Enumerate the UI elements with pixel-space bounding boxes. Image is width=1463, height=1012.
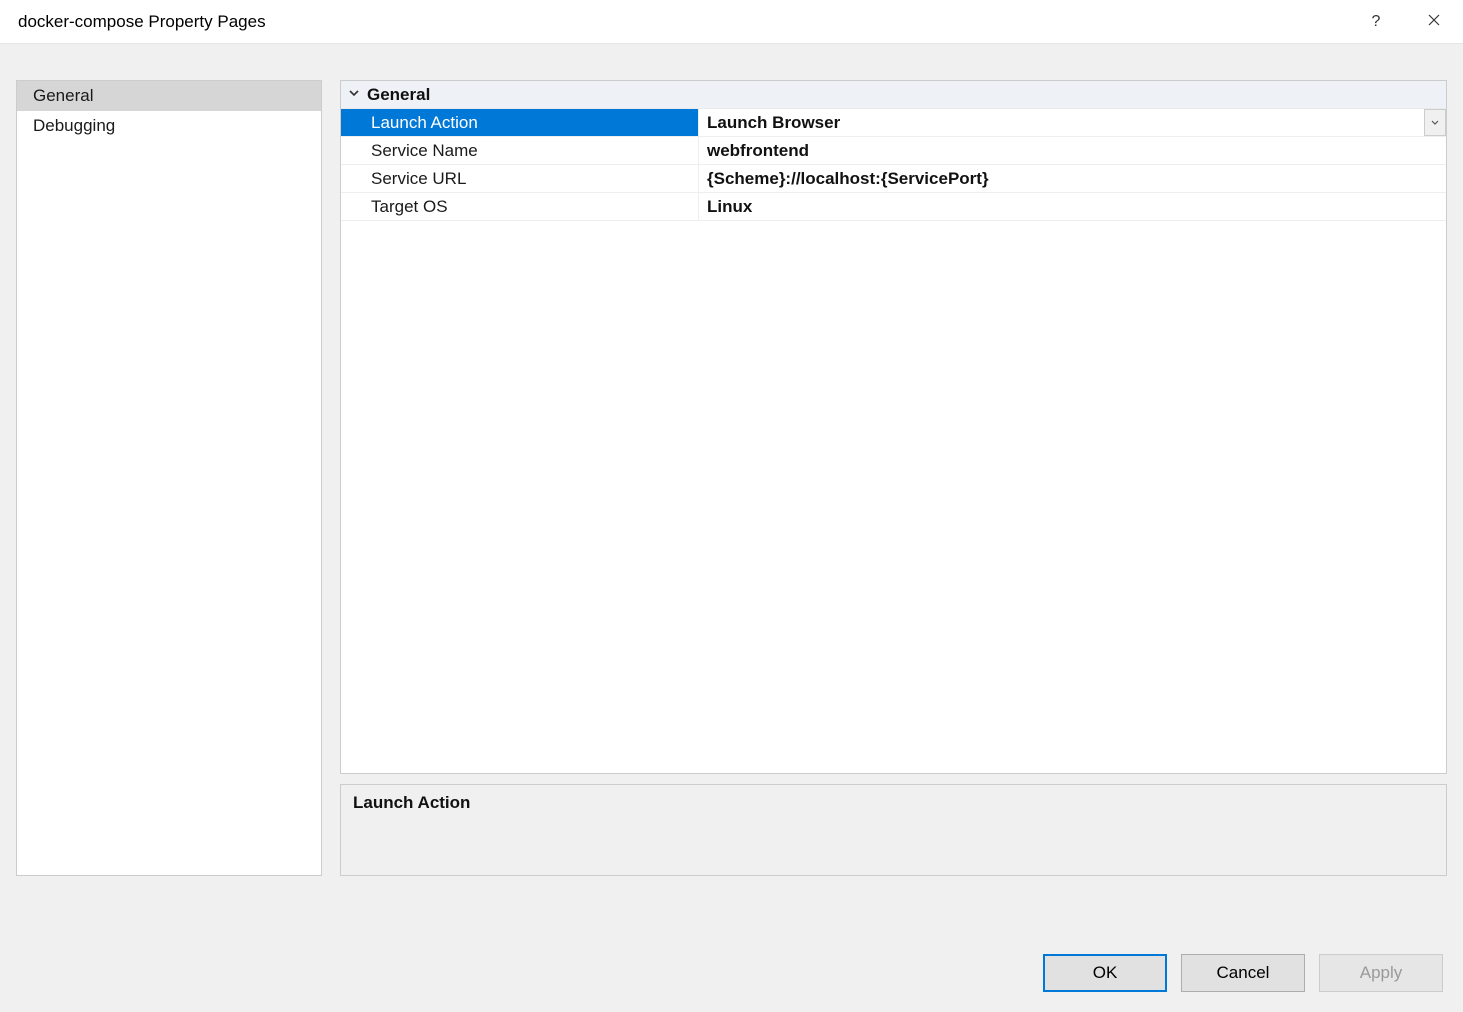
category-label: General [367,85,430,105]
close-icon [1428,13,1440,31]
sidebar-item-general[interactable]: General [17,81,321,111]
sidebar: General Debugging [16,80,322,876]
help-button[interactable]: ? [1347,0,1405,44]
category-row-general[interactable]: General [341,81,1446,109]
prop-value-text: Linux [707,197,752,217]
window-title: docker-compose Property Pages [18,12,266,32]
prop-row-service-name[interactable]: Service Name webfrontend [341,137,1446,165]
prop-row-launch-action[interactable]: Launch Action Launch Browser [341,109,1446,137]
prop-row-service-url[interactable]: Service URL {Scheme}://localhost:{Servic… [341,165,1446,193]
prop-name-service-url: Service URL [341,165,699,192]
content-area: General Debugging General Launch Action … [0,44,1463,1012]
prop-value-text: webfrontend [707,141,809,161]
right-column: General Launch Action Launch Browser [340,80,1447,876]
prop-value-text: Launch Browser [707,113,840,133]
expand-button[interactable] [341,86,367,103]
chevron-down-icon [348,86,360,103]
titlebar: docker-compose Property Pages ? [0,0,1463,44]
prop-value-service-url[interactable]: {Scheme}://localhost:{ServicePort} [699,165,1446,192]
prop-value-launch-action[interactable]: Launch Browser [699,109,1446,136]
main-panels: General Debugging General Launch Action … [16,80,1447,876]
cancel-button[interactable]: Cancel [1181,954,1305,992]
prop-row-target-os[interactable]: Target OS Linux [341,193,1446,221]
button-bar: OK Cancel Apply [1043,954,1443,992]
property-grid: General Launch Action Launch Browser [340,80,1447,774]
titlebar-controls: ? [1347,0,1463,44]
prop-value-service-name[interactable]: webfrontend [699,137,1446,164]
ok-button[interactable]: OK [1043,954,1167,992]
prop-value-dropdown[interactable] [1424,109,1446,136]
prop-name-target-os: Target OS [341,193,699,220]
chevron-down-icon [1430,113,1440,133]
prop-value-text: {Scheme}://localhost:{ServicePort} [707,169,989,189]
help-icon: ? [1372,13,1381,31]
apply-button: Apply [1319,954,1443,992]
description-panel: Launch Action [340,784,1447,876]
close-button[interactable] [1405,0,1463,44]
prop-name-service-name: Service Name [341,137,699,164]
sidebar-item-debugging[interactable]: Debugging [17,111,321,141]
description-title: Launch Action [353,793,1434,813]
prop-value-target-os[interactable]: Linux [699,193,1446,220]
prop-name-launch-action: Launch Action [341,109,699,136]
